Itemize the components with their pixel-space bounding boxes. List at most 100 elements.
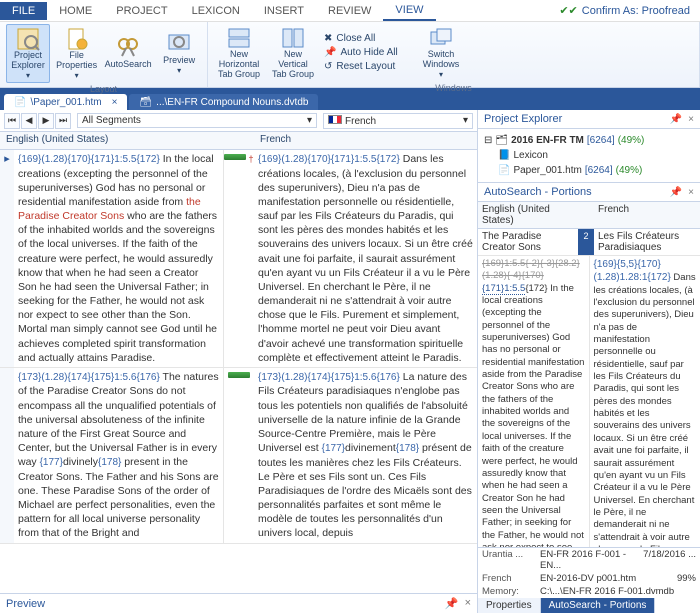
count-badge: [6264]	[585, 163, 613, 178]
tag: {178}	[396, 443, 419, 454]
tag-sequence: {173}(1.28){174}{175}1:5.6{176}	[18, 372, 160, 383]
switch-windows-button[interactable]: Switch Windows	[416, 24, 466, 82]
source-text: present in the Creator Sons. The Father …	[18, 456, 219, 539]
doc-tab-compound-nouns[interactable]: 🗃 ...\EN-FR Compound Nouns.dvtdb	[129, 94, 318, 110]
status-cell	[224, 368, 254, 543]
pin-icon[interactable]: 📌	[670, 187, 682, 198]
reset-layout-button[interactable]: ↺Reset Layout	[322, 60, 412, 73]
source-cell[interactable]: {169}(1.28){170}{171}1:5.5{172} In the l…	[14, 150, 224, 367]
chevron-down-icon: ▾	[463, 115, 468, 126]
confirm-label: Confirm As: Proofread	[582, 5, 690, 17]
auto-hide-all-button[interactable]: 📌Auto Hide All	[322, 46, 412, 59]
minus-icon[interactable]: ⊟	[484, 133, 492, 148]
status-bar-icon	[228, 372, 250, 378]
tree-root[interactable]: ⊟ 🗂 2016 EN-FR TM [6264] (49%)	[484, 133, 694, 148]
bottom-tab-autosearch[interactable]: AutoSearch - Portions	[541, 598, 656, 613]
status-percent: 99%	[677, 573, 696, 584]
label: Project Explorer	[9, 51, 47, 71]
nav-first-button[interactable]: ⏮	[4, 113, 20, 129]
new-vertical-tab-group-button[interactable]: New Vertical Tab Group	[268, 24, 318, 82]
autosearch-button[interactable]: AutoSearch	[103, 24, 153, 83]
file-properties-button[interactable]: File Properties	[54, 24, 99, 83]
pin-icon[interactable]: 📌	[445, 597, 459, 610]
tab-project[interactable]: PROJECT	[104, 2, 179, 20]
as-match-source: The Paradise Creator Sons	[478, 229, 578, 255]
source-text: The natures of the Paradise Creator Sons…	[18, 371, 219, 468]
segment-row[interactable]: ▸ {169}(1.28){170}{171}1:5.5{172} In the…	[0, 150, 477, 368]
tab-home[interactable]: HOME	[47, 2, 104, 20]
target-cell[interactable]: {173}(1.28){174}{175}1:5.6{176} La natur…	[254, 368, 477, 543]
percent-badge: (49%)	[616, 163, 643, 178]
autosearch-result-row[interactable]: The Paradise Creator Sons 2 Les Fils Cré…	[478, 229, 700, 256]
file-properties-icon	[65, 27, 89, 51]
file-tab[interactable]: FILE	[0, 2, 47, 20]
tag-sequence: {169}(1.28){170}{171}1:5.5{172}	[18, 154, 160, 165]
horizontal-split-icon	[227, 26, 251, 50]
project-explorer-button[interactable]: Project Explorer	[6, 24, 50, 83]
tree-item-file[interactable]: 📄 Paper_001.htm [6264] (49%)	[498, 163, 694, 178]
diff-context: {172} In the local creations (excepting …	[482, 283, 584, 547]
status-label: Memory:	[482, 586, 540, 597]
as-target-text: Dans les créations locales, (à l'exclusi…	[594, 272, 696, 547]
label: File Properties	[56, 51, 97, 71]
doc-tab-label: ...\EN-FR Compound Nouns.dvtdb	[156, 97, 308, 108]
target-cell[interactable]: {169}(1.28){170}{171}1:5.5{172} Dans les…	[254, 150, 477, 367]
autosearch-detail: {169}1:5.5{-2}{-3}{28.2}(1.28){-4}{170} …	[478, 256, 700, 547]
tree-label: 2016 EN-FR TM	[511, 133, 584, 148]
project-tree[interactable]: ⊟ 🗂 2016 EN-FR TM [6264] (49%) 📘 Lexicon…	[478, 129, 700, 182]
tree-item-lexicon[interactable]: 📘 Lexicon	[498, 148, 694, 163]
close-icon[interactable]: ×	[465, 597, 471, 610]
nav-prev-button[interactable]: ◀	[21, 113, 37, 129]
close-icon[interactable]: ×	[688, 187, 694, 198]
tree-label: Paper_001.htm	[513, 163, 581, 178]
switch-windows-icon	[429, 26, 453, 50]
warning-icon: †	[248, 154, 253, 164]
status-value: EN-2016-DV p001.htm	[540, 573, 677, 584]
pin-icon: 📌	[324, 47, 336, 58]
new-horizontal-tab-group-button[interactable]: New Horizontal Tab Group	[214, 24, 264, 82]
as-header-source: English (United States)	[478, 202, 578, 228]
preview-button[interactable]: Preview	[157, 24, 201, 83]
segment-grid[interactable]: ▸ {169}(1.28){170}{171}1:5.5{172} In the…	[0, 150, 477, 593]
target-language-dropdown[interactable]: French▾	[323, 113, 473, 129]
segment-row[interactable]: {173}(1.28){174}{175}1:5.6{176} The natu…	[0, 368, 477, 544]
doc-tab-label: \Paper_001.htm	[30, 97, 101, 108]
checkmark-icon: ✔✔	[559, 4, 577, 17]
close-icon: ✖	[324, 33, 332, 44]
tab-lexicon[interactable]: LEXICON	[180, 2, 252, 20]
vertical-split-icon	[281, 26, 305, 50]
project-icon: 🗂	[495, 133, 508, 148]
label: Reset Layout	[336, 61, 395, 72]
status-cell: †	[224, 150, 254, 367]
source-cell[interactable]: {173}(1.28){174}{175}1:5.6{176} The natu…	[14, 368, 224, 543]
confirm-as-button[interactable]: ✔✔ Confirm As: Proofread	[559, 4, 690, 17]
label: Switch Windows	[418, 50, 464, 70]
percent-badge: (49%)	[618, 133, 645, 148]
close-icon[interactable]: ×	[688, 114, 694, 125]
doc-tab-paper001[interactable]: 📄 \Paper_001.htm ×	[4, 94, 127, 110]
close-icon[interactable]: ×	[112, 97, 118, 108]
pin-icon[interactable]: 📌	[670, 114, 682, 125]
label: New Horizontal Tab Group	[216, 50, 262, 80]
project-explorer-icon	[16, 27, 40, 51]
segment-filter-dropdown[interactable]: All Segments▾	[77, 113, 317, 128]
target-text: Dans les créations locales, (à l'exclusi…	[258, 153, 473, 364]
chevron-down-icon: ▾	[307, 115, 312, 126]
lexicon-icon: 📘	[498, 148, 510, 163]
bottom-tab-properties[interactable]: Properties	[478, 598, 541, 613]
nav-next-button[interactable]: ▶	[38, 113, 54, 129]
tab-insert[interactable]: INSERT	[252, 2, 316, 20]
label: New Vertical Tab Group	[270, 50, 316, 80]
document-icon: 📄	[14, 97, 26, 108]
close-all-button[interactable]: ✖Close All	[322, 32, 412, 45]
label: Preview	[163, 56, 195, 66]
tree-label: Lexicon	[513, 148, 547, 163]
as-match-count: 2	[578, 229, 594, 255]
tab-view[interactable]: VIEW	[383, 1, 435, 21]
column-header-source: English (United States)	[0, 132, 224, 149]
group-label-layout: Layout	[6, 83, 201, 94]
row-marker	[0, 368, 14, 543]
nav-last-button[interactable]: ⏭	[55, 113, 71, 129]
status-label: Urantia ...	[482, 549, 540, 571]
tab-review[interactable]: REVIEW	[316, 2, 383, 20]
